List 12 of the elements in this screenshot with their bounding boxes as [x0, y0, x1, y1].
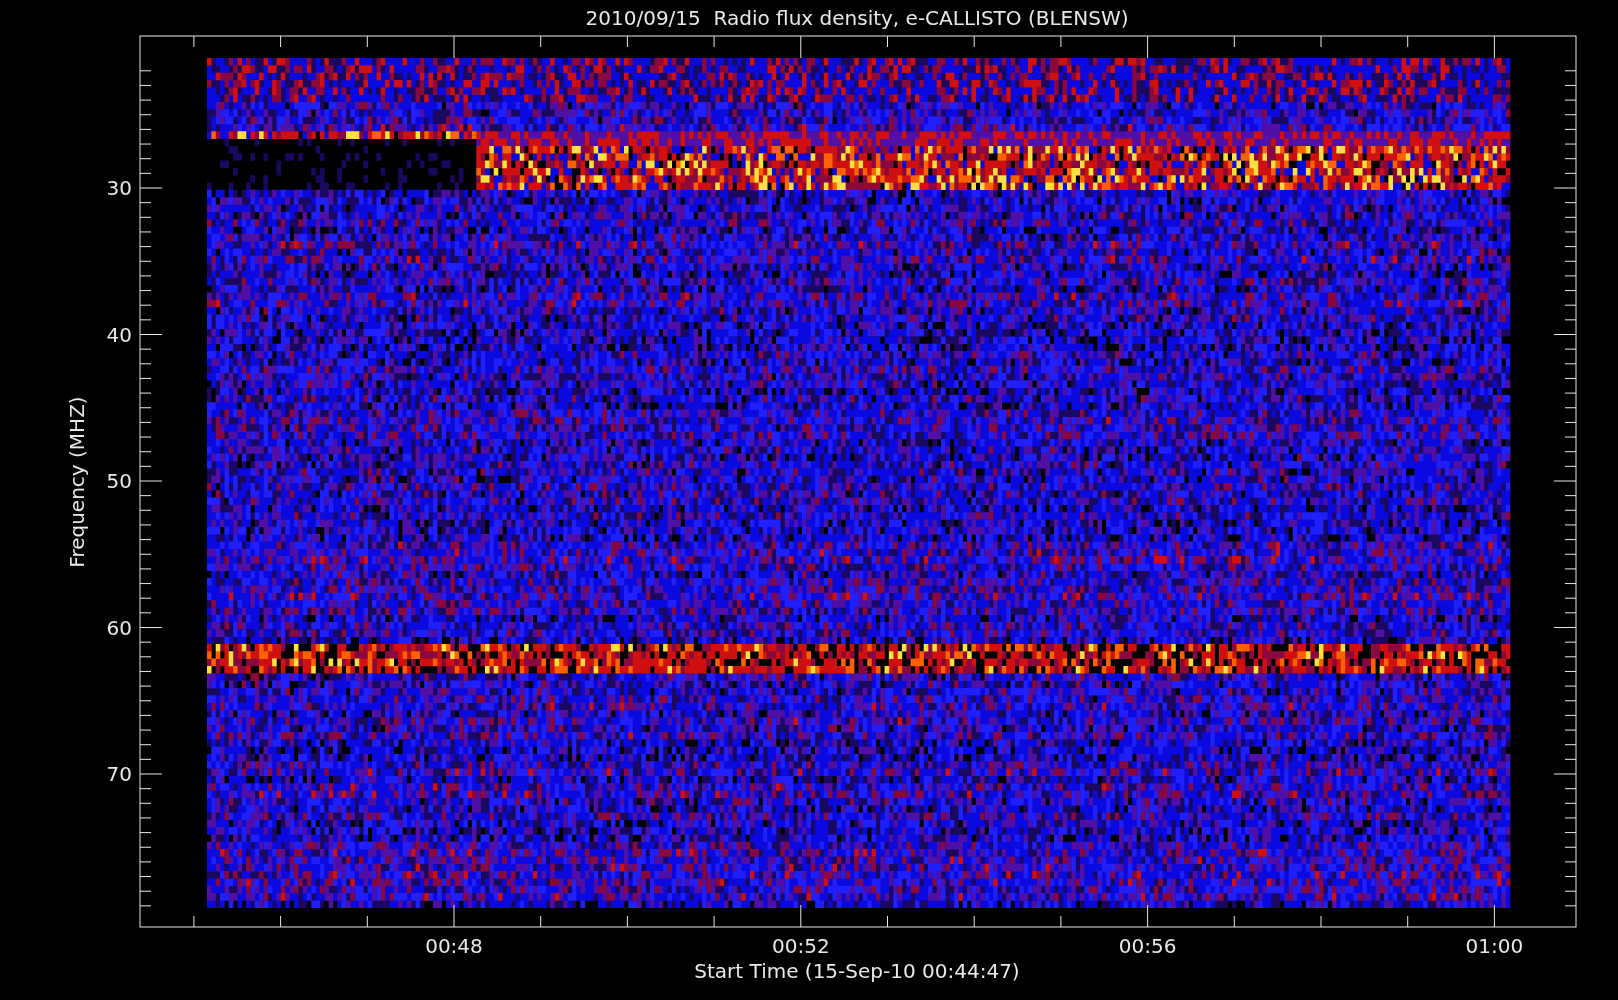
y-tick-label: 40	[106, 322, 132, 347]
x-tick-label: 00:48	[425, 934, 483, 958]
x-tick-label: 00:52	[772, 934, 830, 958]
y-axis-label: Frequency (MHZ)	[65, 396, 89, 568]
y-tick-label: 50	[106, 469, 132, 493]
y-tick-label: 60	[106, 615, 132, 640]
y-tick-label: 70	[106, 762, 132, 786]
x-axis-label: Start Time (15-Sep-10 00:44:47)	[694, 959, 1020, 983]
x-tick-label: 01:00	[1465, 934, 1524, 958]
x-tick-label: 00:56	[1118, 934, 1177, 958]
chart-title: 2010/09/15 Radio flux density, e-CALLISTO (BLENSW)	[585, 6, 1129, 30]
y-tick-label: 30	[106, 176, 132, 200]
